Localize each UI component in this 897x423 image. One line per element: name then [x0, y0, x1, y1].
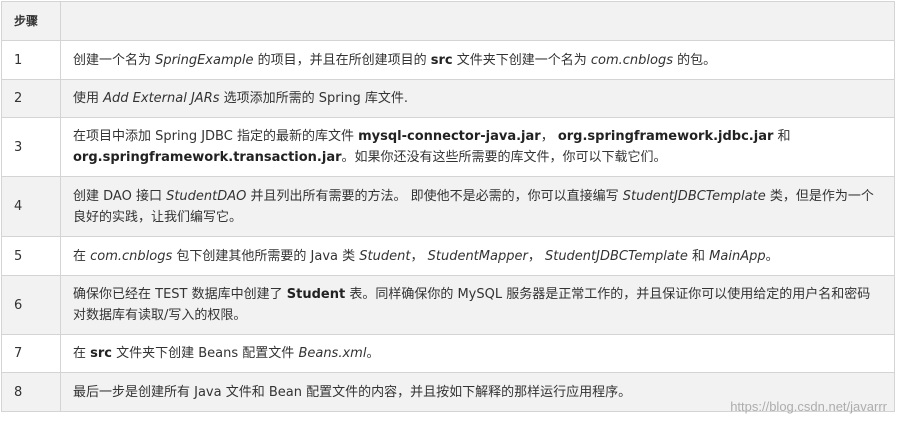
- step-description: 创建一个名为 SpringExample 的项目，并且在所创建项目的 src 文…: [60, 40, 895, 80]
- text-segment: 创建 DAO 接口: [73, 188, 167, 204]
- text-segment: 最后一步是创建所有 Java 文件和 Bean 配置文件的内容，并且按如下解释的…: [73, 384, 632, 400]
- text-segment: 并且列出所有需要的方法。 即使他不是必需的，你可以直接编写: [246, 188, 623, 204]
- step-description: 在 src 文件夹下创建 Beans 配置文件 Beans.xml。: [60, 334, 895, 373]
- italic-text: StudentMapper: [427, 248, 528, 264]
- table-row: 4 创建 DAO 接口 StudentDAO 并且列出所有需要的方法。 即使他不…: [1, 176, 895, 237]
- table-row: 5 在 com.cnblogs 包下创建其他所需要的 Java 类 Studen…: [1, 236, 895, 276]
- italic-text: StudentDAO: [166, 188, 247, 204]
- italic-text: SpringExample: [155, 52, 254, 68]
- text-segment: 文件夹下创建 Beans 配置文件: [112, 346, 299, 361]
- table-row: 2 使用 Add External JARs 选项添加所需的 Spring 库文…: [1, 79, 895, 118]
- steps-table: 步骤 1 创建一个名为 SpringExample 的项目，并且在所创建项目的 …: [1, 1, 895, 412]
- text-segment: 创建一个名为: [73, 52, 156, 68]
- text-segment: ，: [410, 248, 428, 264]
- text-segment: 选项添加所需的 Spring 库文件.: [219, 91, 408, 106]
- italic-text: Student: [359, 248, 411, 264]
- text-segment: 确保你已经在 TEST 数据库中创建了: [73, 287, 287, 302]
- bold-text: src: [90, 346, 112, 361]
- table-row: 3 在项目中添加 Spring JDBC 指定的最新的库文件 mysql-con…: [1, 117, 895, 177]
- text-segment: 和: [687, 248, 710, 264]
- step-number: 4: [1, 176, 61, 237]
- step-number: 3: [1, 117, 61, 177]
- step-description: 创建 DAO 接口 StudentDAO 并且列出所有需要的方法。 即使他不是必…: [60, 176, 895, 237]
- step-description: 在项目中添加 Spring JDBC 指定的最新的库文件 mysql-conne…: [60, 117, 895, 177]
- text-segment: ，: [540, 129, 558, 144]
- text-segment: 使用: [73, 91, 104, 106]
- italic-text: StudentJDBCTemplate: [622, 188, 766, 204]
- step-description: 在 com.cnblogs 包下创建其他所需要的 Java 类 Student，…: [60, 236, 895, 276]
- text-segment: 在: [73, 248, 91, 264]
- text-segment: 的包。: [673, 52, 717, 68]
- table-row: 1 创建一个名为 SpringExample 的项目，并且在所创建项目的 src…: [1, 40, 895, 80]
- step-number: 8: [1, 372, 61, 412]
- text-segment: 包下创建其他所需要的 Java 类: [172, 248, 360, 264]
- italic-text: Beans.xml: [298, 346, 367, 361]
- step-number: 1: [1, 40, 61, 80]
- step-description: 确保你已经在 TEST 数据库中创建了 Student 表。同样确保你的 MyS…: [60, 275, 895, 335]
- table-row: 7 在 src 文件夹下创建 Beans 配置文件 Beans.xml。: [1, 334, 895, 373]
- table-row: 6 确保你已经在 TEST 数据库中创建了 Student 表。同样确保你的 M…: [1, 275, 895, 335]
- step-number: 6: [1, 275, 61, 335]
- header-step: 步骤: [1, 1, 61, 41]
- italic-text: MainApp: [709, 248, 766, 264]
- step-description: 使用 Add External JARs 选项添加所需的 Spring 库文件.: [60, 79, 895, 118]
- text-segment: 文件夹下创建一个名为: [452, 52, 591, 68]
- italic-text: StudentJDBCTemplate: [544, 248, 688, 264]
- text-segment: 和: [773, 129, 791, 144]
- bold-text: org.springframework.transaction.jar: [73, 150, 342, 165]
- text-segment: ，: [527, 248, 545, 264]
- text-segment: 在项目中添加 Spring JDBC 指定的最新的库文件: [73, 129, 359, 144]
- italic-text: Add External JARs: [103, 91, 220, 106]
- text-segment: 。: [366, 346, 380, 361]
- text-segment: 。: [765, 248, 779, 264]
- step-number: 7: [1, 334, 61, 373]
- step-number: 2: [1, 79, 61, 118]
- italic-text: com.cnblogs: [590, 52, 674, 68]
- text-segment: 。如果你还没有这些所需要的库文件，你可以下载它们。: [341, 150, 667, 165]
- bold-text: Student: [286, 287, 346, 302]
- bold-text: org.springframework.jdbc.jar: [557, 129, 774, 144]
- watermark: https://blog.csdn.net/javarrr: [730, 399, 887, 414]
- table-header-row: 步骤: [1, 1, 895, 41]
- bold-text: src: [430, 52, 453, 68]
- text-segment: 在: [73, 346, 91, 361]
- text-segment: 的项目，并且在所创建项目的: [253, 52, 431, 68]
- step-number: 5: [1, 236, 61, 276]
- italic-text: com.cnblogs: [90, 248, 173, 264]
- bold-text: mysql-connector-java.jar: [358, 129, 541, 144]
- header-description: [60, 1, 895, 41]
